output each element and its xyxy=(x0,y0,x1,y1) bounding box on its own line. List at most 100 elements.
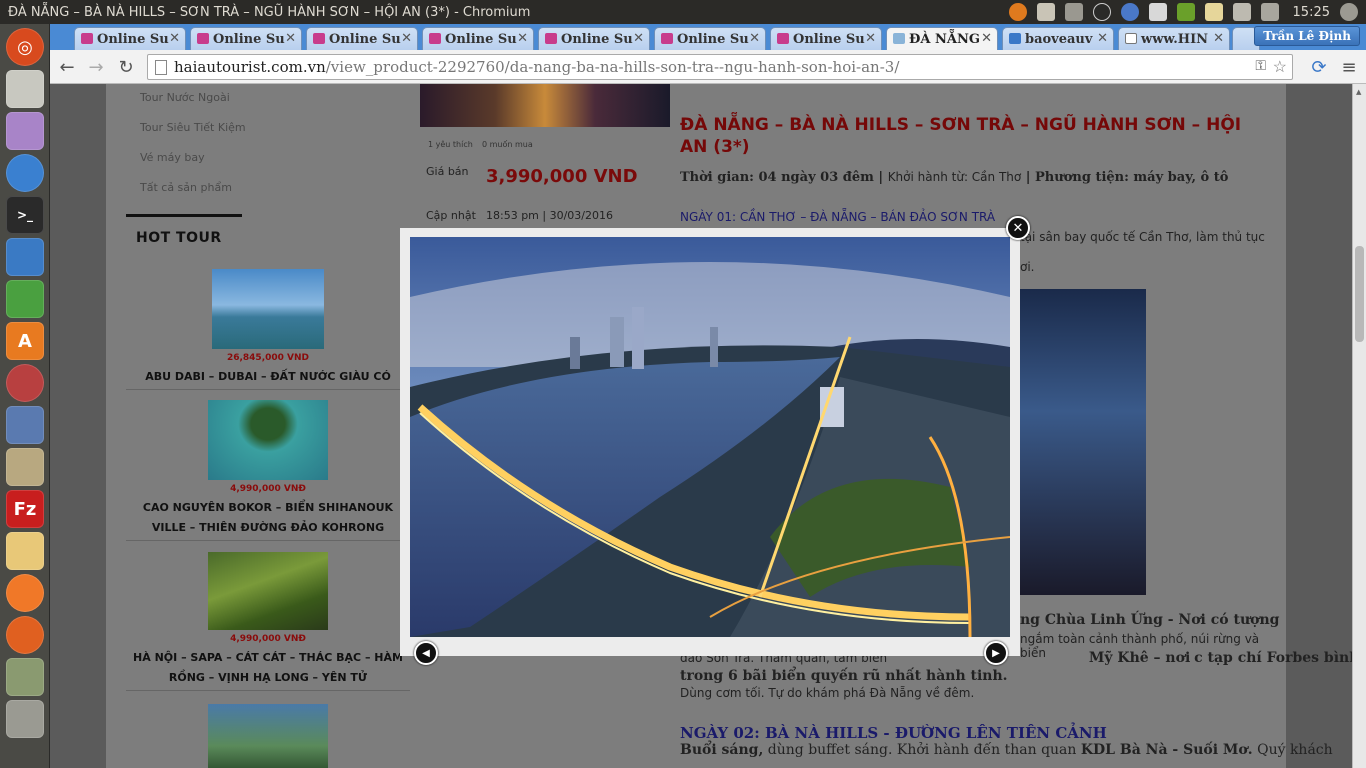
tab-8[interactable]: baoveauv ✕ xyxy=(1002,27,1114,50)
scroll-thumb[interactable] xyxy=(1355,246,1364,342)
bookmark-star-icon[interactable]: ☆ xyxy=(1273,57,1287,76)
tab-2[interactable]: Online Su ✕ xyxy=(306,27,418,50)
close-tab-icon[interactable]: ✕ xyxy=(1097,31,1108,46)
close-tab-icon[interactable]: ✕ xyxy=(749,31,760,46)
sidebar-link-foreign-tours[interactable]: Tour Nước Ngoài xyxy=(140,91,230,104)
product-thumbnail[interactable] xyxy=(420,84,670,127)
calc-icon[interactable] xyxy=(6,280,44,318)
volume-icon[interactable] xyxy=(1260,3,1279,21)
product-price: 3,990,000 VND xyxy=(486,166,638,187)
day-1-line: tại sân bay quốc tế Cần Thơ, làm thủ tục xyxy=(1020,230,1265,244)
burner-icon[interactable] xyxy=(6,574,44,612)
favicon-icon xyxy=(197,33,209,44)
notes-icon[interactable] xyxy=(6,532,44,570)
day-1-image[interactable] xyxy=(1016,289,1146,595)
pidgin-icon[interactable] xyxy=(6,112,44,150)
likes-count[interactable]: 1 yêu thích xyxy=(428,140,473,149)
tab-4[interactable]: Online Su ✕ xyxy=(538,27,650,50)
hot-tour-item[interactable] xyxy=(126,704,410,768)
lightbox-photo[interactable] xyxy=(410,237,1010,637)
bluetooth-icon[interactable] xyxy=(1092,3,1111,21)
hot-tour-image[interactable] xyxy=(212,269,324,349)
tab-6[interactable]: Online Su ✕ xyxy=(770,27,882,50)
day-2-heading: NGÀY 02: BÀ NÀ HILLS - ĐƯỜNG LÊN TIÊN CẢ… xyxy=(680,724,1107,742)
hot-tour-image[interactable] xyxy=(208,552,328,630)
close-tab-icon[interactable]: ✕ xyxy=(981,31,992,46)
flame-icon[interactable] xyxy=(1008,3,1027,21)
gear-icon[interactable] xyxy=(1340,3,1358,21)
close-tab-icon[interactable]: ✕ xyxy=(401,31,412,46)
address-bar[interactable]: haiautourist.com.vn/view_product-2292760… xyxy=(147,54,1293,80)
sidebar-link-all-products[interactable]: Tất cả sản phẩm xyxy=(140,181,232,194)
divider xyxy=(126,690,410,691)
sidebar-link-budget-tours[interactable]: Tour Siêu Tiết Kiệm xyxy=(140,121,246,134)
tab-9[interactable]: www.HIN ✕ xyxy=(1118,27,1230,50)
tour-departure: Khởi hành từ: Cần Thơ xyxy=(887,170,1022,184)
scroll-up-arrow-icon[interactable]: ▲ xyxy=(1356,88,1361,96)
files-cabinet-icon[interactable] xyxy=(6,70,44,108)
archive-icon[interactable] xyxy=(6,448,44,486)
software-center-icon[interactable]: A xyxy=(6,322,44,360)
mail-icon[interactable] xyxy=(1204,3,1223,21)
close-tab-icon[interactable]: ✕ xyxy=(633,31,644,46)
writer-icon[interactable] xyxy=(6,238,44,276)
back-arrow-icon[interactable]: ← xyxy=(56,57,78,78)
hot-tour-image[interactable] xyxy=(208,704,328,768)
key-icon[interactable]: ⚿ xyxy=(1255,58,1266,74)
search-icon[interactable] xyxy=(1148,3,1167,21)
grid-icon[interactable] xyxy=(1176,3,1195,21)
favicon-icon xyxy=(1009,33,1021,44)
remote-desktop-icon[interactable] xyxy=(6,406,44,444)
menu-icon[interactable]: ≡ xyxy=(1338,57,1360,78)
stack-icon[interactable] xyxy=(6,658,44,696)
clipboard-icon[interactable] xyxy=(1232,3,1251,21)
tour-transport: | Phương tiện: máy bay, ô tô xyxy=(1025,170,1229,185)
tab-3[interactable]: Online Su ✕ xyxy=(422,27,534,50)
divider xyxy=(126,389,410,390)
lightbox-close-button[interactable]: ✕ xyxy=(1006,216,1030,240)
terminal-icon[interactable]: >_ xyxy=(6,196,44,234)
chromium-icon[interactable] xyxy=(6,154,44,192)
forward-arrow-icon[interactable]: → xyxy=(85,57,107,78)
favicon-icon xyxy=(661,33,673,44)
close-tab-icon[interactable]: ✕ xyxy=(1213,31,1224,46)
image-lightbox: ✕ ◀ ▶ xyxy=(400,216,1030,665)
wants-count[interactable]: 0 muốn mua xyxy=(482,140,533,149)
hot-tour-name[interactable]: CAO NGUYÊN BOKOR – BIỂN SHIHANOUK VILLE … xyxy=(126,498,410,538)
close-tab-icon[interactable]: ✕ xyxy=(517,31,528,46)
hot-tour-item[interactable]: 26,845,000 VND ABU DABI – DUBAI – ĐẤT NƯ… xyxy=(126,269,410,390)
favicon-icon xyxy=(1125,33,1137,44)
tab-0[interactable]: Online Su ✕ xyxy=(74,27,186,50)
close-tab-icon[interactable]: ✕ xyxy=(865,31,876,46)
hot-tour-item[interactable]: 4,990,000 VNĐ CAO NGUYÊN BOKOR – BIỂN SH… xyxy=(126,400,410,541)
sidebar-link-flights[interactable]: Vé máy bay xyxy=(140,151,205,164)
keyboard-icon[interactable] xyxy=(1036,3,1055,21)
settings-icon[interactable] xyxy=(6,364,44,402)
network-icon[interactable] xyxy=(1064,3,1083,21)
firefox-icon[interactable] xyxy=(6,616,44,654)
hot-tour-image[interactable] xyxy=(208,400,328,480)
ubuntu-icon[interactable]: ◎ xyxy=(6,28,44,66)
sync-icon[interactable] xyxy=(1120,3,1139,21)
clock[interactable]: 15:25 xyxy=(1293,5,1330,20)
page-scrollbar[interactable]: ▲ xyxy=(1352,84,1366,768)
lightbox-prev-button[interactable]: ◀ xyxy=(414,641,438,665)
lightbox-next-button[interactable]: ▶ xyxy=(984,641,1008,665)
extension-icon[interactable]: ⟳ xyxy=(1308,57,1330,78)
day-1-line: ơi. xyxy=(1020,260,1035,274)
profile-button[interactable]: Trần Lê Định xyxy=(1254,26,1360,46)
hot-tour-name[interactable]: ABU DABI – DUBAI – ĐẤT NƯỚC GIÀU CÓ xyxy=(126,367,410,387)
tab-7-active[interactable]: ĐÀ NẴNG ✕ xyxy=(886,27,998,50)
city-night-photo xyxy=(410,237,1010,637)
hot-tour-heading: HOT TOUR xyxy=(136,230,222,246)
close-tab-icon[interactable]: ✕ xyxy=(285,31,296,46)
trash-icon[interactable] xyxy=(6,700,44,738)
tab-5[interactable]: Online Su ✕ xyxy=(654,27,766,50)
close-tab-icon[interactable]: ✕ xyxy=(169,31,180,46)
hot-tour-item[interactable]: 4,990,000 VNĐ HÀ NỘI – SAPA – CÁT CÁT – … xyxy=(126,552,410,691)
favicon-icon xyxy=(429,33,441,44)
hot-tour-name[interactable]: HÀ NỘI – SAPA – CÁT CÁT – THÁC BẠC – HÀM… xyxy=(126,648,410,688)
tab-1[interactable]: Online Su ✕ xyxy=(190,27,302,50)
filezilla-icon[interactable]: Fz xyxy=(6,490,44,528)
reload-icon[interactable]: ↻ xyxy=(115,57,137,78)
